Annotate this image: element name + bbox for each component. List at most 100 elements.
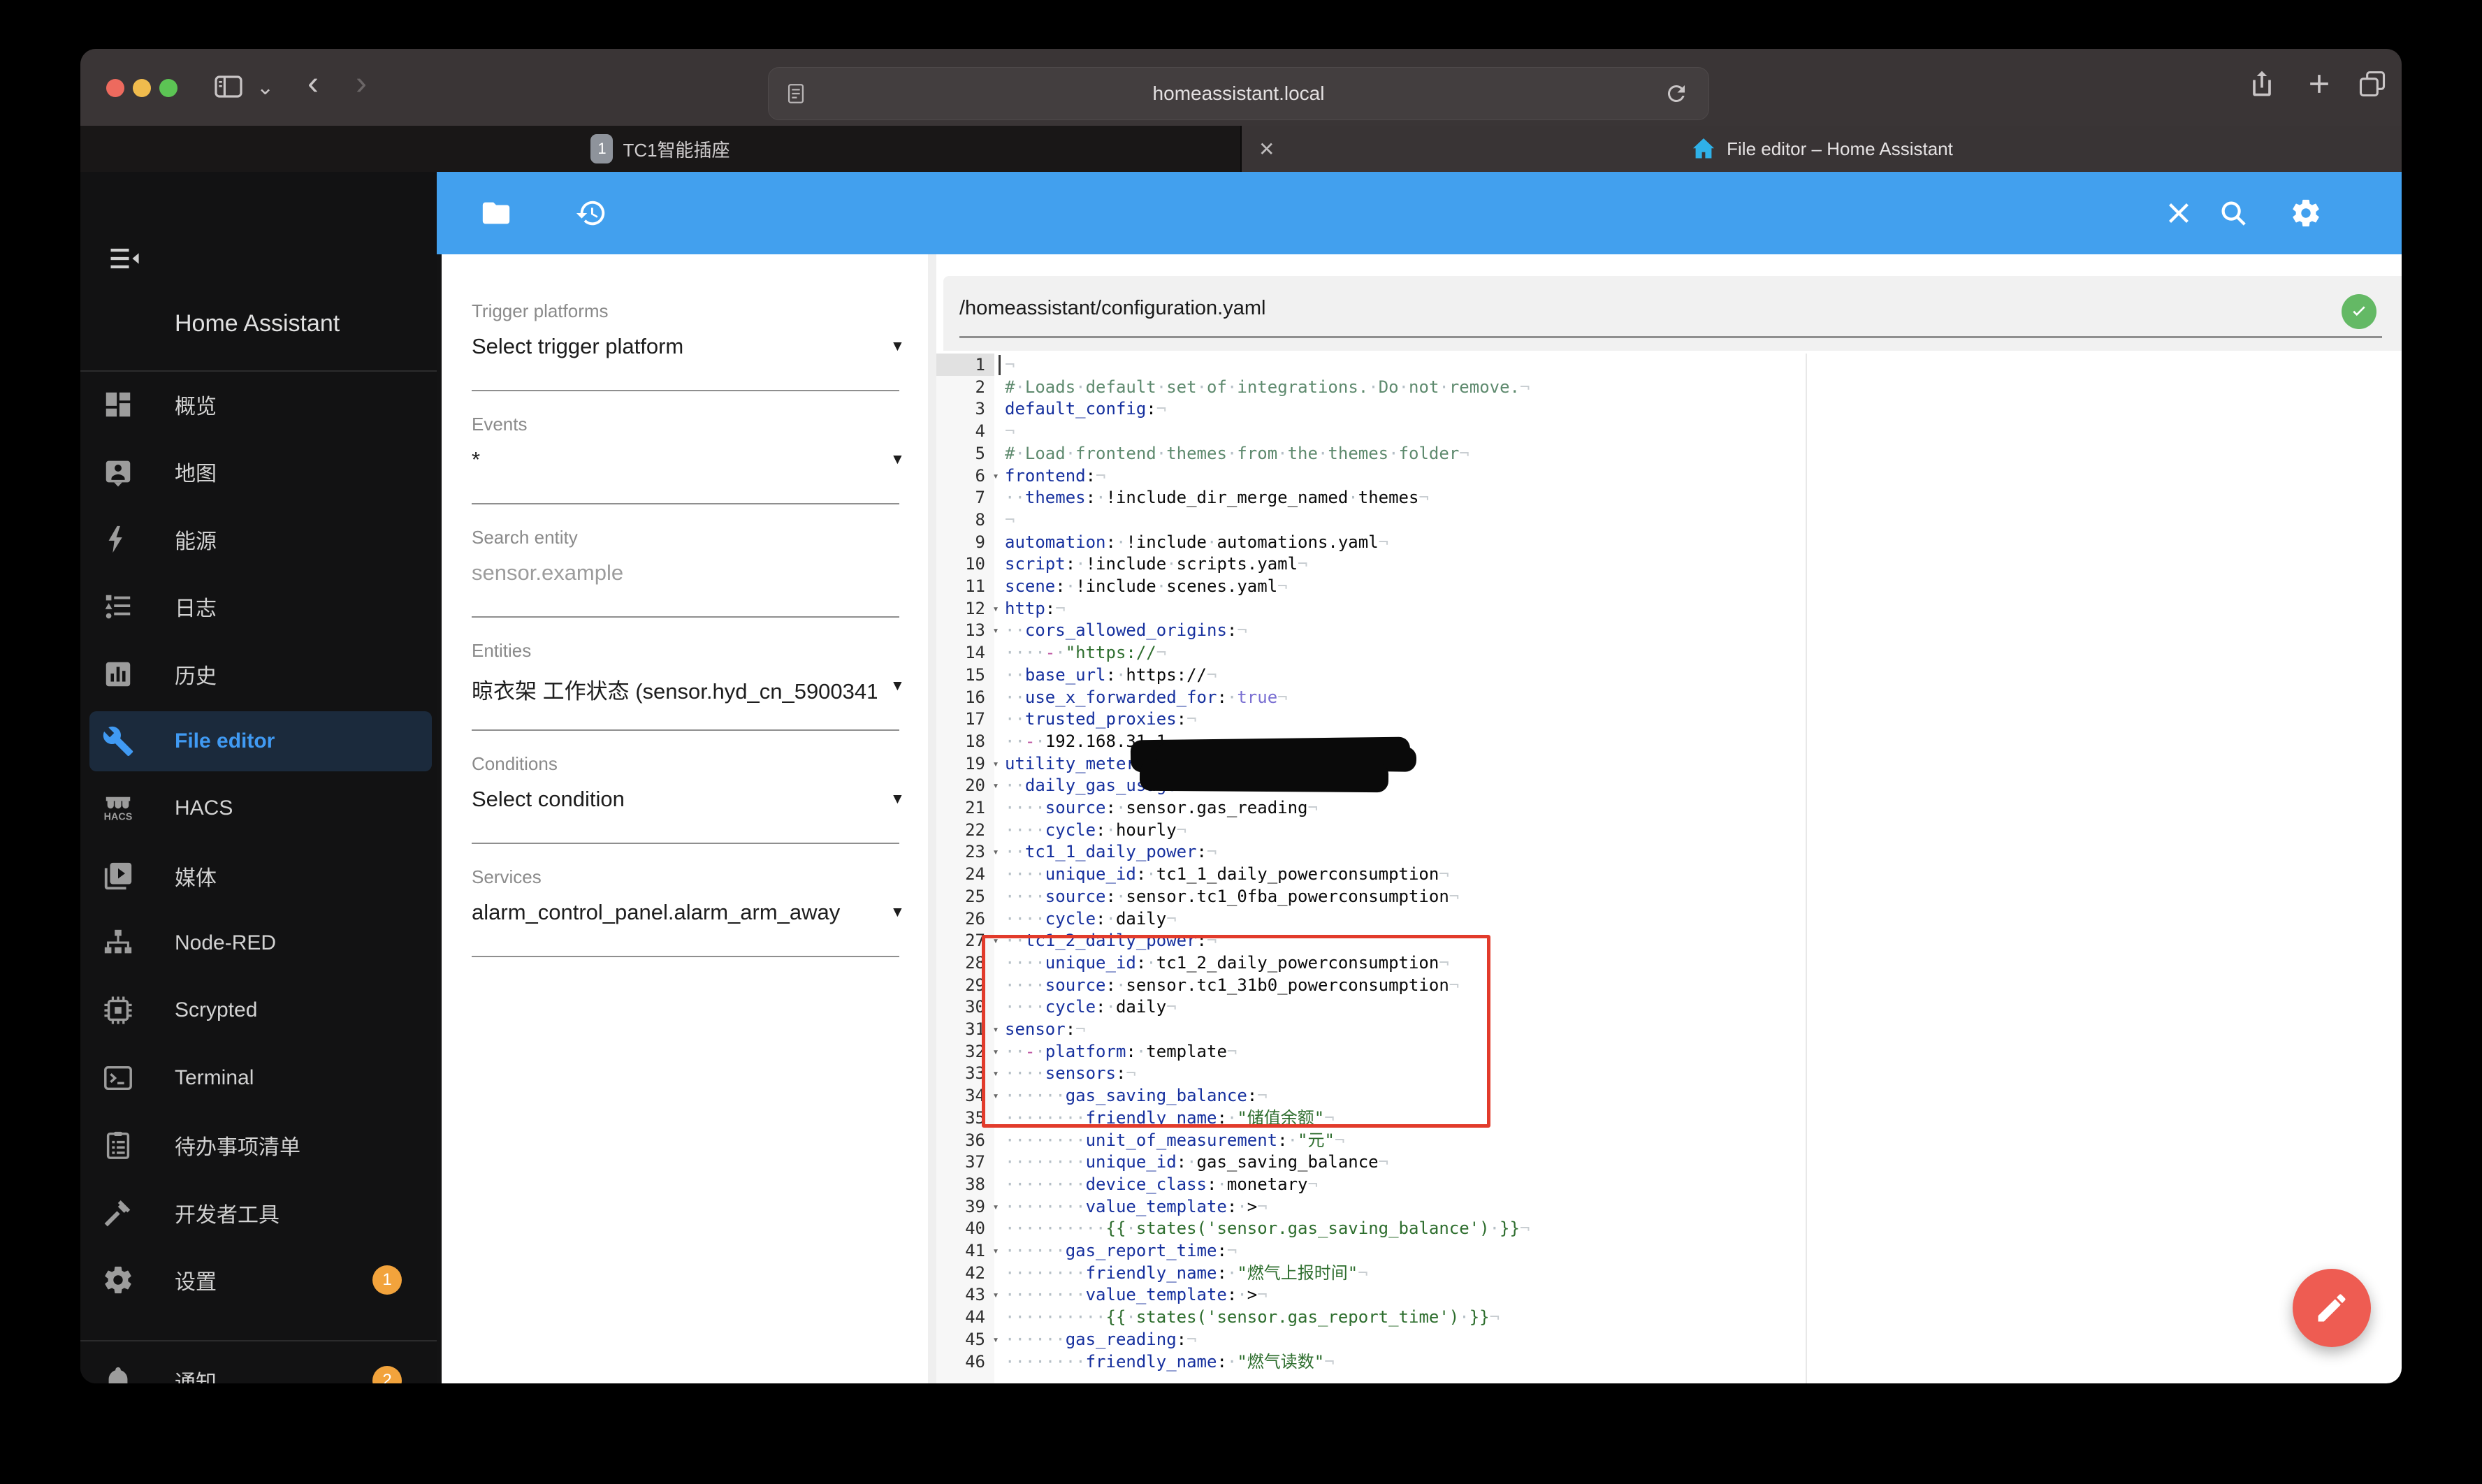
code-line[interactable]: 12 ▾ http:¬: [936, 597, 2402, 620]
code-line[interactable]: 39 ▾ ········value_template:·>¬: [936, 1195, 2402, 1218]
sidebar-toggle-icon[interactable]: [212, 70, 245, 103]
fold-arrow-icon[interactable]: ▾: [988, 841, 1003, 863]
code-line[interactable]: 22 ····cycle:·hourly¬: [936, 819, 2402, 841]
dropdown-arrow-icon[interactable]: ▼: [890, 904, 905, 921]
address-bar[interactable]: homeassistant.local: [768, 67, 1709, 120]
code-line[interactable]: 23 ▾ ··tc1_1_daily_power:¬: [936, 841, 2402, 863]
code-text[interactable]: ········friendly_name:·"燃气上报时间"¬: [1005, 1262, 1368, 1284]
code-text[interactable]: ······gas_reading:¬: [1005, 1328, 1197, 1351]
file-path[interactable]: /homeassistant/configuration.yaml: [959, 297, 1265, 320]
sidebar-item-media[interactable]: 媒体: [80, 846, 437, 906]
code-text[interactable]: ··tc1_1_daily_power:¬: [1005, 841, 1217, 863]
sidebar-item-todo-list[interactable]: 待办事项清单: [80, 1115, 437, 1175]
code-line[interactable]: 6 ▾ frontend:¬: [936, 465, 2402, 487]
sidebar-item-node-red[interactable]: Node-RED: [80, 913, 437, 973]
code-text[interactable]: ··········{{·states('sensor.gas_report_t…: [1005, 1306, 1500, 1328]
sidebar-item-chip[interactable]: Scrypted: [80, 980, 437, 1040]
code-text[interactable]: ········unit_of_measurement:·"元"¬: [1005, 1129, 1344, 1151]
sidebar-item-terminal[interactable]: Terminal: [80, 1048, 437, 1108]
gear-icon[interactable]: [2290, 197, 2322, 229]
tab-file-editor[interactable]: ✕ File editor – Home Assistant: [1242, 126, 2402, 172]
code-line[interactable]: 13 ▾ ··cors_allowed_origins:¬: [936, 619, 2402, 641]
code-line[interactable]: 45 ▾ ······gas_reading:¬: [936, 1328, 2402, 1351]
code-text[interactable]: frontend:¬: [1005, 465, 1106, 487]
code-editor[interactable]: 1 ¬ 2 #·Loads·default·set·of·integrations.·…: [936, 354, 2402, 1383]
code-line[interactable]: 7 ··themes:·!include_dir_merge_named·them…: [936, 486, 2402, 509]
search-icon[interactable]: [2217, 197, 2249, 229]
code-text[interactable]: #·Loads·default·set·of·integrations.·Do·…: [1005, 376, 1530, 398]
tab-close-icon[interactable]: ✕: [1251, 126, 1282, 172]
code-text[interactable]: ··themes:·!include_dir_merge_named·theme…: [1005, 486, 1429, 509]
tab-tc1-smart-plug[interactable]: 1 TC1智能插座: [80, 126, 1240, 172]
code-line[interactable]: 41 ▾ ······gas_report_time:¬: [936, 1239, 2402, 1262]
fold-arrow-icon[interactable]: ▾: [988, 619, 1003, 641]
sidebar-item-logbook[interactable]: 日志: [80, 576, 437, 636]
code-line[interactable]: 26 ····cycle:·daily¬: [936, 908, 2402, 930]
dropdown-arrow-icon[interactable]: ▼: [890, 791, 905, 808]
code-line[interactable]: 8 ¬: [936, 509, 2402, 531]
code-line[interactable]: 5 #·Load·frontend·themes·from·the·themes·…: [936, 442, 2402, 465]
code-line[interactable]: 10 script:·!include·scripts.yaml¬: [936, 553, 2402, 575]
code-line[interactable]: 11 scene:·!include·scenes.yaml¬: [936, 575, 2402, 597]
code-text[interactable]: ······gas_report_time:¬: [1005, 1239, 1237, 1262]
fold-arrow-icon[interactable]: ▾: [988, 465, 1003, 487]
code-line[interactable]: 38 ········device_class:·monetary¬: [936, 1173, 2402, 1195]
code-text[interactable]: http:¬: [1005, 597, 1066, 620]
code-text[interactable]: ····-·"https://¬: [1005, 641, 1166, 664]
code-line[interactable]: 21 ····source:·sensor.gas_reading¬: [936, 796, 2402, 819]
sidebar-item-notifications[interactable]: 通知 2: [80, 1351, 437, 1383]
sidebar-item-dev-tools[interactable]: 开发者工具: [80, 1183, 437, 1243]
fold-arrow-icon[interactable]: ▾: [988, 1283, 1003, 1306]
code-line[interactable]: 43 ▾ ········value_template:·>¬: [936, 1283, 2402, 1306]
code-line[interactable]: 2 #·Loads·default·set·of·integrations.·Do…: [936, 376, 2402, 398]
code-text[interactable]: script:·!include·scripts.yaml¬: [1005, 553, 1308, 575]
history-icon[interactable]: [575, 197, 607, 229]
code-line[interactable]: 15 ··base_url:·https://¬: [936, 664, 2402, 686]
code-line[interactable]: 46 ········friendly_name:·"燃气读数"¬: [936, 1351, 2402, 1373]
code-text[interactable]: ····cycle:·daily¬: [1005, 908, 1177, 930]
sidebar-item-dashboard[interactable]: 概览: [80, 374, 437, 435]
code-text[interactable]: ··cors_allowed_origins:¬: [1005, 619, 1247, 641]
code-text[interactable]: ········friendly_name:·"燃气读数"¬: [1005, 1351, 1335, 1373]
close-file-icon[interactable]: [2163, 197, 2195, 229]
code-line[interactable]: 9 automation:·!include·automations.yaml¬: [936, 531, 2402, 553]
forward-button[interactable]: ›: [356, 64, 367, 103]
code-text[interactable]: ········value_template:·>¬: [1005, 1283, 1268, 1306]
reload-icon[interactable]: [1664, 81, 1689, 106]
code-text[interactable]: ··base_url:·https://¬: [1005, 664, 1217, 686]
fold-arrow-icon[interactable]: ▾: [988, 1195, 1003, 1218]
code-line[interactable]: 16 ··use_x_forwarded_for:·true¬: [936, 686, 2402, 708]
code-text[interactable]: automation:·!include·automations.yaml¬: [1005, 531, 1388, 553]
panel-scrollbar[interactable]: [928, 254, 936, 1383]
code-line[interactable]: 14 ····-·"https://¬: [936, 641, 2402, 664]
tab-overview-icon[interactable]: [2357, 68, 2388, 99]
fold-arrow-icon[interactable]: ▾: [988, 1328, 1003, 1351]
code-text[interactable]: ····cycle:·hourly¬: [1005, 819, 1186, 841]
zoom-window-button[interactable]: [159, 79, 177, 97]
code-text[interactable]: ····source:·sensor.tc1_0fba_powerconsump…: [1005, 885, 1459, 908]
code-line[interactable]: 44 ··········{{·states('sensor.gas_report…: [936, 1306, 2402, 1328]
code-text[interactable]: ¬: [1005, 509, 1015, 531]
back-button[interactable]: ‹: [307, 64, 319, 103]
code-text[interactable]: ··········{{·states('sensor.gas_saving_b…: [1005, 1217, 1530, 1239]
edit-fab-button[interactable]: [2293, 1269, 2371, 1347]
code-line[interactable]: 1 ¬: [936, 354, 2402, 376]
fold-arrow-icon[interactable]: ▾: [988, 597, 1003, 620]
dropdown-arrow-icon[interactable]: ▼: [890, 678, 905, 694]
fold-arrow-icon[interactable]: ▾: [988, 752, 1003, 775]
menu-open-icon[interactable]: [106, 240, 143, 277]
field-placeholder[interactable]: sensor.example: [472, 560, 877, 585]
code-line[interactable]: 42 ········friendly_name:·"燃气上报时间"¬: [936, 1262, 2402, 1284]
code-text[interactable]: ········unique_id:·gas_saving_balance¬: [1005, 1151, 1388, 1173]
folder-browser-icon[interactable]: [480, 197, 512, 229]
chevron-down-icon[interactable]: ⌄: [256, 75, 274, 100]
minimize-window-button[interactable]: [133, 79, 151, 97]
code-line[interactable]: 40 ··········{{·states('sensor.gas_saving…: [936, 1217, 2402, 1239]
code-text[interactable]: default_config:¬: [1005, 398, 1166, 420]
code-line[interactable]: 37 ········unique_id:·gas_saving_balance¬: [936, 1151, 2402, 1173]
sidebar-item-energy[interactable]: 能源: [80, 509, 437, 569]
code-line[interactable]: 25 ····source:·sensor.tc1_0fba_powerconsu…: [936, 885, 2402, 908]
code-line[interactable]: 17 ··trusted_proxies:¬: [936, 708, 2402, 730]
code-text[interactable]: ········device_class:·monetary¬: [1005, 1173, 1318, 1195]
code-line[interactable]: 3 default_config:¬: [936, 398, 2402, 420]
